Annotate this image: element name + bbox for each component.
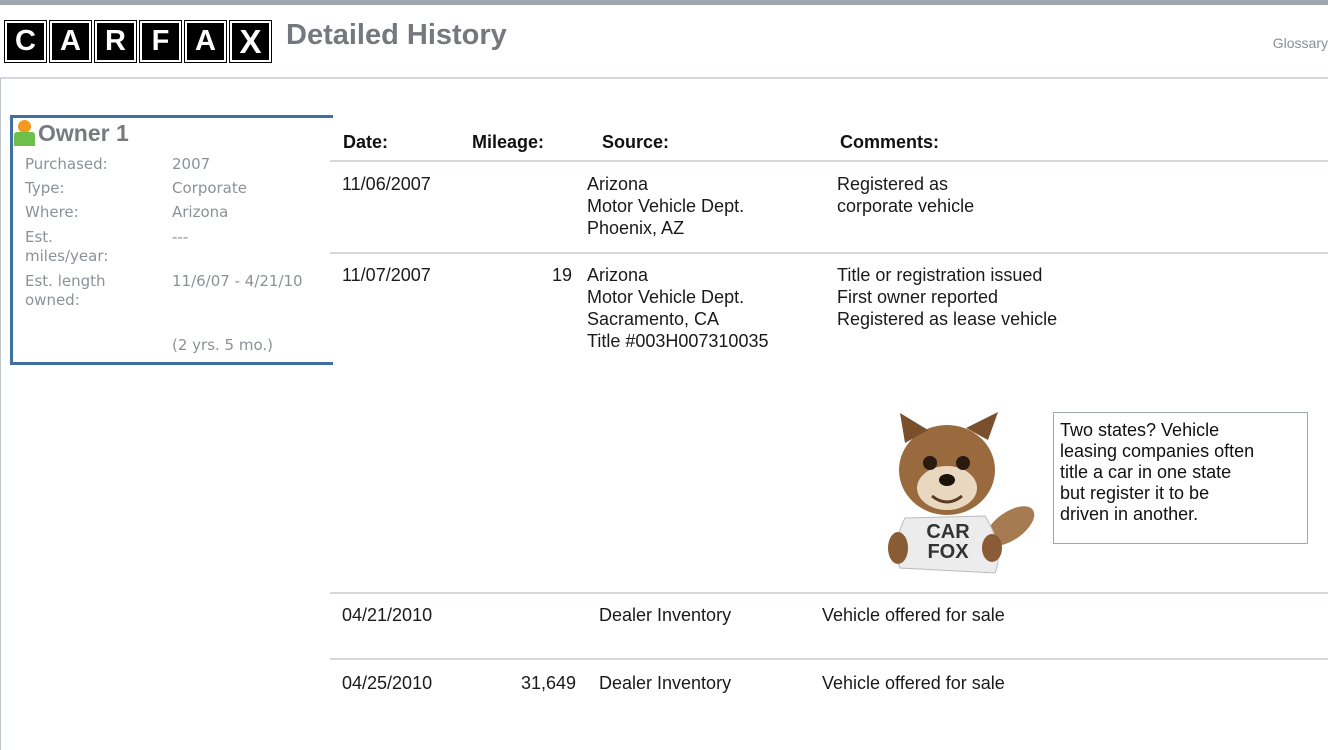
col-header-date: Date: [343,132,389,152]
owner-label-length: Est. length owned: [25,272,106,309]
row-divider [330,592,1328,594]
tip-line: title a car in one state [1060,462,1232,482]
owner-label-miles: Est. miles/year: [25,228,109,265]
col-header-source: Source: [602,132,670,152]
row1-source-line: Motor Vehicle Dept. [587,196,745,216]
owner-person-icon [14,120,35,146]
owner-value-where: Arizona [172,203,229,221]
row2-comment-line: Registered as lease vehicle [837,309,1058,329]
row3-source: Dealer Inventory [599,605,732,625]
logo-letter-r: R [94,20,137,63]
row2-comment-line: First owner reported [837,287,999,307]
tip-callout: Two states? Vehicle leasing companies of… [1053,412,1308,544]
row3-comments: Vehicle offered for sale [822,605,1005,625]
row-divider [330,252,1328,254]
owner-title-text: Owner 1 [38,119,129,146]
glossary-link[interactable]: Glossary [1273,35,1328,51]
owner-title: Owner 1 [14,118,129,148]
logo-letter-c: C [4,20,47,63]
row2-source-line: Title #003H007310035 [587,331,769,351]
owner-value-length: 11/6/07 - 4/21/10 [172,272,303,290]
owner-value-length-note: (2 yrs. 5 mo.) [172,336,274,354]
row1-comments: Registered as corporate vehicle [837,173,974,217]
page-title: Detailed History [286,19,507,51]
page-header: C A R F A X Detailed History Glossary [0,5,1328,79]
owner-label-where: Where: [25,203,79,221]
row1-comment-line: corporate vehicle [837,196,975,216]
row1-comment-line: Registered as [837,174,949,194]
tip-line: driven in another. [1060,504,1199,524]
row4-source: Dealer Inventory [599,673,732,693]
owner-label-type: Type: [25,179,65,197]
row2-source-line: Sacramento, CA [587,309,720,329]
row4-mileage: 31,649 [520,673,576,693]
tip-line: Two states? Vehicle [1060,420,1220,440]
owner-label-purchased: Purchased: [25,155,108,173]
owner-value-miles: --- [172,228,189,246]
row2-mileage: 19 [551,265,572,285]
mascot-shirt-text-fox: FOX [927,541,969,563]
row-divider [330,160,1328,162]
logo-letter-a: A [49,20,92,63]
row1-source-line: Arizona [587,174,649,194]
row1-source-line: Phoenix, AZ [587,218,685,238]
row2-source-line: Motor Vehicle Dept. [587,287,745,307]
row4-date: 04/25/2010 [342,673,433,693]
owner-value-type: Corporate [172,179,247,197]
row2-source: Arizona Motor Vehicle Dept. Sacramento, … [587,264,768,352]
tip-line: but register it to be [1060,483,1210,503]
carfax-logo[interactable]: C A R F A X [4,20,275,63]
owner-value-purchased: 2007 [172,155,211,173]
row-divider [330,658,1328,660]
row1-date: 11/06/2007 [342,174,431,194]
left-border [0,78,1,750]
col-header-comments: Comments: [840,132,940,152]
row1-source: Arizona Motor Vehicle Dept. Phoenix, AZ [587,173,744,239]
mascot-shirt-text-car: CAR [926,521,970,543]
logo-letter-a2: A [184,20,227,63]
col-header-mileage: Mileage: [472,132,545,152]
logo-x-glyph: X [239,23,262,60]
logo-letter-x: X [229,20,272,63]
row2-source-line: Arizona [587,265,649,285]
tip-line: leasing companies often [1060,441,1255,461]
row2-comments: Title or registration issued First owner… [837,264,1057,330]
row4-comments: Vehicle offered for sale [822,673,1005,693]
row3-date: 04/21/2010 [342,605,433,625]
carfox-mascot-image: CAR FOX [888,412,1035,574]
logo-letter-f: F [139,20,182,63]
row2-date: 11/07/2007 [342,265,431,285]
row2-comment-line: Title or registration issued [837,265,1043,285]
